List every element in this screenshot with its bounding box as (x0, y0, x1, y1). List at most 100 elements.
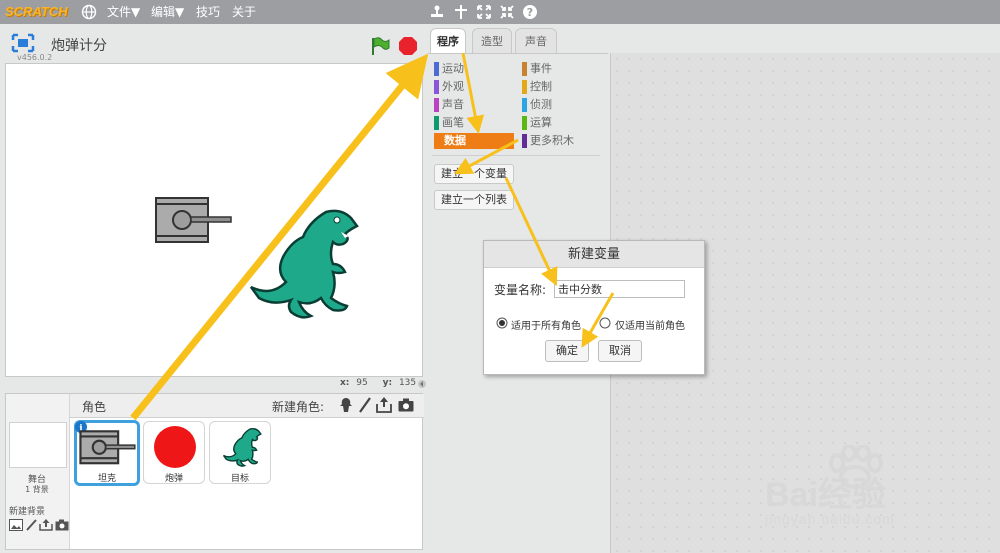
dinosaur-sprite[interactable] (241, 202, 366, 324)
scratch-logo[interactable]: SCRATCH (5, 3, 68, 21)
coords-x-label: x: (340, 378, 350, 388)
target-thumbnail (222, 427, 262, 467)
stop-icon[interactable] (397, 35, 419, 57)
make-list-button[interactable]: 建立一个列表 (434, 190, 514, 210)
category-color-swatch (434, 98, 439, 112)
camera-sprite-icon[interactable] (398, 398, 414, 412)
category-operators[interactable]: 运算 (522, 115, 552, 131)
menu-about[interactable]: 关于 (232, 0, 256, 24)
sprite-library-icon[interactable] (338, 397, 354, 413)
category-events[interactable]: 事件 (522, 61, 552, 77)
category-pen[interactable]: 画笔 (434, 115, 464, 131)
tab-scripts[interactable]: 程序 (430, 28, 466, 54)
option-all-sprites-label[interactable]: 适用于所有角色 (511, 317, 581, 332)
sprite-pane: 舞台 1 背景 新建背景 角色 新建角色: i 坦克 炮弹 目标 (5, 393, 424, 550)
camera-backdrop-icon[interactable] (55, 519, 69, 531)
upload-sprite-icon[interactable] (376, 396, 392, 413)
bullet-thumbnail (154, 426, 196, 468)
sprite-card-tank[interactable]: i 坦克 (74, 420, 140, 486)
new-sprite-label: 新建角色: (272, 400, 325, 414)
sprite-card-target[interactable]: 目标 (209, 421, 271, 484)
mouse-coords: x: 95 y: 135 (340, 378, 416, 388)
category-label: 运动 (442, 62, 464, 75)
category-more-blocks[interactable]: 更多积木 (522, 133, 574, 149)
tab-costumes[interactable]: 造型 (472, 28, 512, 53)
backdrop-library-icon[interactable] (9, 519, 23, 531)
category-label: 事件 (530, 62, 552, 75)
tank-thumbnail (79, 430, 136, 465)
menu-bar: SCRATCH 文件▼ 编辑▼ 技巧 关于 ? (0, 0, 1000, 24)
fullscreen-icon[interactable] (11, 33, 35, 53)
palette-divider (432, 155, 600, 156)
radio-this-sprite[interactable] (599, 317, 611, 329)
coords-y-label: y: (382, 378, 393, 388)
baidu-watermark: Bai经验 jingyan.baidu.com (765, 445, 965, 535)
collapse-stage-icon[interactable] (418, 378, 426, 390)
variable-name-input[interactable] (554, 280, 685, 298)
new-backdrop-label: 新建背景 (9, 507, 46, 517)
category-label: 声音 (442, 98, 464, 111)
category-color-swatch (522, 80, 527, 94)
category-color-swatch (522, 134, 527, 148)
category-label: 画笔 (442, 116, 464, 129)
category-color-swatch (434, 62, 439, 76)
globe-icon[interactable] (80, 3, 98, 21)
category-sound[interactable]: 声音 (434, 97, 464, 113)
stage-canvas[interactable] (5, 63, 423, 377)
stage-thumbnail-column: 舞台 1 背景 新建背景 (6, 394, 70, 549)
category-label: 运算 (530, 116, 552, 129)
category-label: 外观 (442, 80, 464, 93)
coords-y-value: 135 (398, 378, 417, 388)
category-color-swatch (522, 98, 527, 112)
category-control[interactable]: 控制 (522, 79, 552, 95)
watermark-brand: Bai经验 (765, 476, 886, 514)
sprite-name: 目标 (230, 474, 249, 484)
stamp-icon[interactable] (428, 3, 446, 21)
coords-x-value: 95 (356, 378, 368, 388)
tank-sprite[interactable] (154, 196, 234, 246)
category-data[interactable]: 数据 (434, 133, 514, 149)
variable-name-label: 变量名称: (494, 283, 547, 297)
menu-tips[interactable]: 技巧 (196, 0, 220, 24)
sprite-card-bullet[interactable]: 炮弹 (143, 421, 205, 484)
radio-all-sprites[interactable] (496, 317, 508, 329)
category-sensing[interactable]: 侦测 (522, 97, 552, 113)
help-icon[interactable]: ? (521, 3, 539, 21)
dialog-title: 新建变量 (484, 241, 704, 268)
new-variable-dialog: 新建变量 变量名称: 适用于所有角色 仅适用当前角色 确定 取消 (483, 240, 705, 375)
watermark-url: jingyan.baidu.com (765, 511, 895, 527)
shrink-icon[interactable] (498, 3, 516, 21)
category-color-swatch (434, 116, 439, 130)
stage-header: 炮弹计分 v456.0.2 (5, 29, 423, 63)
tab-sounds[interactable]: 声音 (515, 28, 557, 53)
category-label: 侦测 (530, 98, 552, 111)
upload-backdrop-icon[interactable] (39, 518, 53, 531)
category-color-swatch (522, 62, 527, 76)
category-label: 数据 (444, 134, 466, 147)
stage-thumbnail[interactable] (9, 422, 67, 468)
green-flag-icon[interactable] (369, 35, 391, 57)
category-color-swatch (522, 116, 527, 130)
ok-button[interactable]: 确定 (545, 340, 589, 362)
stage-backdrop-count: 1 背景 (25, 485, 49, 494)
category-label: 更多积木 (530, 134, 574, 147)
category-motion[interactable]: 运动 (434, 61, 464, 77)
cancel-button[interactable]: 取消 (598, 340, 642, 362)
make-variable-button[interactable]: 建立一个变量 (434, 164, 514, 184)
category-label: 控制 (530, 80, 552, 93)
menu-edit[interactable]: 编辑▼ (151, 0, 184, 24)
option-this-sprite-label[interactable]: 仅适用当前角色 (615, 317, 685, 332)
sprite-name: 坦克 (97, 474, 116, 484)
paint-sprite-icon[interactable] (358, 397, 372, 413)
category-looks[interactable]: 外观 (434, 79, 464, 95)
grow-icon[interactable] (475, 3, 493, 21)
sprite-name: 炮弹 (164, 474, 183, 484)
svg-text:?: ? (527, 6, 533, 19)
category-color-swatch (434, 80, 439, 94)
version-label: v456.0.2 (17, 53, 53, 62)
sprite-header: 角色 新建角色: (70, 394, 424, 418)
menu-file[interactable]: 文件▼ (107, 0, 140, 24)
paint-backdrop-icon[interactable] (25, 519, 37, 531)
project-title[interactable]: 炮弹计分 (51, 35, 107, 55)
cut-icon[interactable] (452, 3, 470, 21)
